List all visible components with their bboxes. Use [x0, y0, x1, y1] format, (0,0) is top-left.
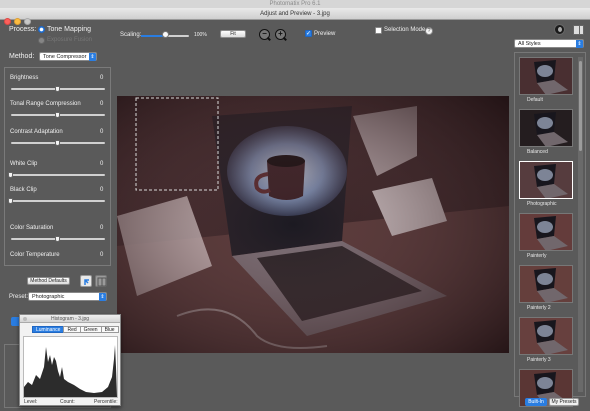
slider-value: 0 [100, 75, 104, 81]
style-thumbnail-graphic [520, 266, 572, 302]
slider-track[interactable] [11, 174, 105, 176]
histogram-window[interactable]: Histogram - 3.jpg Luminance Red Green Blue … [19, 314, 121, 406]
slider-track[interactable] [11, 200, 105, 202]
style-thumbnail[interactable] [519, 213, 573, 251]
preset-value: Photographic [32, 294, 65, 300]
preset-options-button[interactable] [95, 275, 107, 287]
slider-thumb[interactable] [8, 198, 13, 204]
zoom-in-icon[interactable]: + [275, 29, 286, 40]
histogram-title: Histogram - 3.jpg [20, 315, 120, 323]
scaling-slider-thumb[interactable] [162, 31, 169, 38]
window-title-bar: Adjust and Preview - 3.jpg [0, 8, 590, 25]
histogram-curve [24, 345, 117, 397]
method-value: Tone Compressor [43, 54, 87, 60]
histogram-tab[interactable]: Blue [100, 326, 119, 333]
my-presets-button[interactable]: My Presets [549, 398, 579, 406]
style-thumbnail[interactable] [519, 265, 573, 303]
app-title-bar: Photomatix Pro 6.1 [0, 0, 590, 8]
style-thumbnail-graphic [520, 58, 572, 94]
style-thumbnail-label: Photographic [527, 201, 557, 207]
histogram-tabs: Luminance Red Green Blue [32, 326, 119, 333]
lock-icon[interactable] [554, 24, 565, 35]
lock-icon-glyph [558, 27, 562, 32]
help-icon[interactable]: ? [425, 27, 433, 35]
chevron-updown-icon: ⇕ [576, 40, 583, 48]
histogram-level-label: Level: [24, 399, 38, 405]
histogram-tab[interactable]: Luminance [32, 326, 65, 333]
style-thumbnail[interactable] [519, 317, 573, 355]
slider-thumb[interactable] [55, 86, 60, 92]
fit-button[interactable]: Fit [220, 30, 246, 38]
grid-icon [97, 277, 107, 287]
style-thumbnail-label: Painterly 2 [527, 305, 551, 311]
built-in-button[interactable]: Built-In [525, 398, 547, 406]
method-defaults-button[interactable]: Method Defaults [27, 277, 70, 285]
chevron-updown-icon: ⇕ [89, 53, 96, 61]
slider-label: Color Temperature [10, 252, 60, 258]
histogram-count-label: Count: [60, 399, 75, 405]
selection-mode-label[interactable]: Selection Mode [384, 27, 425, 33]
slider-thumb[interactable] [55, 112, 60, 118]
selection-mode-checkbox[interactable] [375, 27, 382, 34]
histogram-tab[interactable]: Green [79, 326, 102, 333]
style-thumbnail-label: Painterly 3 [527, 357, 551, 363]
style-thumbnail-label: Balanced [527, 149, 548, 155]
slider-thumb[interactable] [8, 172, 13, 178]
slider-label: Color Saturation [10, 225, 54, 231]
slider-value: 0 [100, 101, 104, 107]
style-thumbnail[interactable] [519, 161, 573, 199]
slider-value: 0 [100, 129, 104, 135]
slider-label: Contrast Adaptation [10, 129, 63, 135]
styles-scrollbar[interactable] [578, 57, 583, 392]
undo-button[interactable] [80, 275, 92, 287]
preview-image[interactable] [117, 96, 509, 353]
slider-value: 0 [100, 187, 104, 193]
preset-select[interactable]: Photographic ⇕ [28, 292, 107, 301]
app-title: Photomatix Pro 6.1 [269, 1, 321, 7]
slider-thumb[interactable] [55, 236, 60, 242]
undo-icon [84, 279, 89, 285]
style-thumbnail-label: Painterly [527, 253, 547, 259]
style-thumbnail-graphic [520, 162, 572, 198]
styles-scrollbar-knob[interactable] [579, 61, 582, 151]
exposure-fusion-label[interactable]: Exposure Fusion [47, 37, 92, 43]
scaling-label: Scaling: [120, 32, 142, 38]
preview-photo-graphic [117, 96, 509, 353]
histogram-graph [23, 336, 118, 398]
style-thumbnail-graphic [520, 214, 572, 250]
style-thumbnail-graphic [520, 110, 572, 146]
preset-label: Preset: [9, 294, 29, 300]
slider-value: 0 [100, 252, 104, 258]
slider-label: Brightness [10, 75, 39, 81]
style-thumbnail[interactable] [519, 109, 573, 147]
process-label: Process: [9, 26, 37, 33]
panel-toggle-icon[interactable] [573, 25, 584, 35]
style-thumbnail-graphic [520, 318, 572, 354]
slider-value: 0 [100, 225, 104, 231]
chevron-updown-icon: ⇕ [99, 293, 106, 301]
styles-filter-select[interactable]: All Styles ⇕ [514, 39, 584, 48]
scaling-value: 100% [194, 32, 207, 38]
panel-toggle-divider [579, 26, 580, 34]
method-label: Method: [9, 53, 35, 60]
slider-label: Black Clip [10, 187, 37, 193]
style-thumbnail-label: Default [527, 97, 543, 103]
styles-filter-value: All Styles [518, 41, 541, 47]
preview-label[interactable]: Preview [314, 31, 335, 37]
histogram-percentile-label: Percentile: [94, 399, 118, 405]
histogram-tab[interactable]: Red [63, 326, 81, 333]
method-select[interactable]: Tone Compressor ⇕ [39, 52, 97, 61]
slider-thumb[interactable] [55, 140, 60, 146]
exposure-fusion-radio[interactable] [38, 37, 45, 44]
style-thumbnail[interactable] [519, 57, 573, 95]
tone-mapping-label[interactable]: Tone Mapping [47, 26, 91, 33]
window-title: Adjust and Preview - 3.jpg [260, 11, 330, 17]
zoom-out-icon[interactable]: − [259, 29, 270, 40]
slider-label: Tonal Range Compression [10, 101, 81, 107]
preview-checkbox[interactable]: ✓ [305, 30, 312, 37]
slider-value: 0 [100, 161, 104, 167]
tone-mapping-radio[interactable] [38, 26, 45, 33]
slider-label: White Clip [10, 161, 38, 167]
histogram-close-button[interactable] [23, 317, 27, 321]
